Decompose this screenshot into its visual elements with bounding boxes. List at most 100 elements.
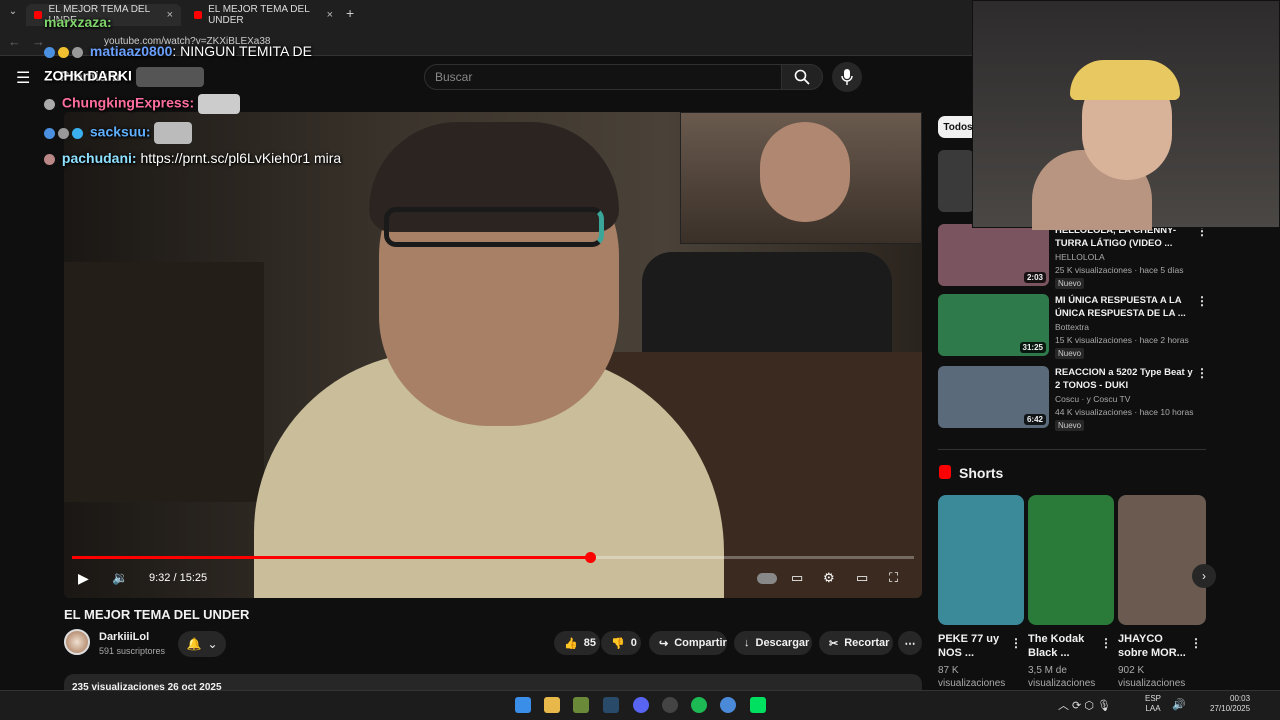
short-title[interactable]: PEKE 77 uy NOS ... <box>938 632 1008 660</box>
streamer-name: ZOHK DARKI <box>44 67 204 87</box>
chat-text: : NINGUN TEMITA DE <box>172 43 312 59</box>
steam-icon[interactable] <box>603 697 619 713</box>
short-thumbnail[interactable] <box>1028 495 1114 625</box>
thumbs-up-icon: 👍 <box>564 637 578 650</box>
recommendation-thumbnail: 31:25 <box>938 294 1049 356</box>
subscriber-count: 591 suscriptores <box>99 646 166 656</box>
subtitles-icon[interactable]: ▭ <box>791 570 803 586</box>
recommendation-item[interactable]: 6:42 REACCION a 5202 Type Beat y 2 TONOS… <box>938 366 1208 431</box>
channel-name[interactable]: DarkiiiLol <box>99 631 149 643</box>
recommendation-channel: Bottextra <box>1055 322 1090 332</box>
short-thumbnail[interactable] <box>1118 495 1206 625</box>
download-icon: ↓ <box>744 637 750 649</box>
download-button[interactable]: ↓ Descargar <box>734 631 812 655</box>
dislike-count: 0 <box>630 637 637 649</box>
short-title[interactable]: JHAYCO sobre MOR... <box>1118 632 1188 660</box>
share-button[interactable]: ↪ Compartir <box>649 631 727 655</box>
chevron-right-icon[interactable]: › <box>1192 564 1216 588</box>
short-views: 3,5 M de visualizaciones <box>1028 665 1096 689</box>
youtube-favicon-icon <box>194 11 203 19</box>
language-indicator[interactable]: ESP LAA <box>1145 694 1161 714</box>
voice-search-button[interactable] <box>832 62 862 92</box>
discord-icon[interactable] <box>633 697 649 713</box>
recommendation-thumbnail: 6:42 <box>938 366 1049 428</box>
clip-label: Recortar <box>844 637 890 649</box>
video-duration: 31:25 <box>1019 342 1046 353</box>
chat-badge-icon <box>72 127 83 139</box>
tab-search-button[interactable]: ⌄ <box>4 6 22 22</box>
recommendation-item[interactable]: 2:03 HELLOLOLA, LA CHENNY-TURRA LÁTIGO (… <box>938 224 1208 289</box>
recommendation-channel: Coscu · y Coscu TV <box>1055 394 1131 404</box>
clock-time: 00:03 <box>1230 694 1251 703</box>
chat-badge-icon <box>58 46 69 58</box>
chrome-icon[interactable] <box>720 697 736 713</box>
video-duration: 6:42 <box>1023 414 1046 425</box>
chat-user: ChungkingExpress: <box>61 94 195 111</box>
recommendation-item[interactable]: 31:25 MI ÚNICA RESPUESTA A LA ÚNICA RESP… <box>938 294 1208 359</box>
new-tab-button[interactable]: + <box>346 5 354 21</box>
new-badge: Nuevo <box>1055 348 1085 359</box>
video-glasses <box>384 207 604 247</box>
menu-icon[interactable]: ☰ <box>16 68 30 88</box>
close-tab-icon[interactable]: × <box>167 9 173 21</box>
thumbs-down-icon: 👎 <box>611 637 625 650</box>
chat-badge-icon <box>44 46 55 58</box>
more-vertical-icon[interactable]: ⋮ <box>1196 366 1208 380</box>
streamer-name-label: ZOHK DARKI <box>44 67 132 84</box>
search-button[interactable] <box>781 64 823 90</box>
chat-badge-icon <box>58 127 69 139</box>
volume-tray-icon[interactable]: 🔊 <box>1172 698 1186 711</box>
tab-title: EL MEJOR TEMA DEL UNDER <box>208 4 310 26</box>
like-button[interactable]: 👍 85 <box>554 631 600 655</box>
chat-message: marxzaza: <box>44 14 112 30</box>
app-icon[interactable] <box>662 697 678 713</box>
video-shelf <box>64 262 264 502</box>
theater-mode-icon[interactable]: ▭ <box>856 570 868 586</box>
close-tab-icon[interactable]: × <box>327 9 333 21</box>
recommendation-title: MI ÚNICA RESPUESTA A LA ÚNICA RESPUESTA … <box>1055 295 1186 319</box>
recommendation-meta: 44 K visualizaciones · hace 10 horas <box>1055 407 1194 417</box>
clock-date: 27/10/2025 <box>1210 704 1251 713</box>
more-vertical-icon[interactable]: ⋮ <box>1010 636 1022 650</box>
recommendation-thumbnail <box>938 150 974 212</box>
autoplay-toggle[interactable] <box>757 573 777 584</box>
search-icon <box>794 69 810 85</box>
clip-button[interactable]: ✂ Recortar <box>819 631 893 655</box>
short-title[interactable]: The Kodak Black ... <box>1028 632 1098 660</box>
taskbar-clock[interactable]: 00:03 27/10/2025 <box>1210 694 1250 714</box>
more-vertical-icon[interactable]: ⋮ <box>1190 636 1202 650</box>
more-vertical-icon[interactable]: ⋮ <box>1100 636 1112 650</box>
dislike-button[interactable]: 👎 0 <box>601 631 641 655</box>
chat-badge-icon <box>44 98 55 110</box>
browser-tab[interactable]: EL MEJOR TEMA DEL UNDER × <box>186 4 341 26</box>
kick-icon[interactable] <box>750 697 766 713</box>
search-input[interactable]: Buscar <box>424 64 782 90</box>
play-icon[interactable]: ▶ <box>78 570 89 587</box>
more-actions-button[interactable]: ⋯ <box>898 631 922 655</box>
notification-bell-button[interactable]: 🔔 ⌄ <box>178 631 226 657</box>
language-code: ESP <box>1145 694 1162 703</box>
system-tray-icons[interactable]: ︿ ⟳ ⬡ 🎙 <box>1058 697 1111 713</box>
chat-text: https://prnt.sc/pl6LvKieh0r1 mira <box>136 150 342 166</box>
file-explorer-icon[interactable] <box>544 697 560 713</box>
chevron-down-icon: ⌄ <box>207 637 218 651</box>
channel-avatar[interactable] <box>64 629 90 655</box>
short-views: 902 K visualizaciones <box>1118 665 1186 689</box>
more-vertical-icon[interactable]: ⋮ <box>1196 294 1208 308</box>
webcam-person-cap <box>1070 60 1180 100</box>
recommendation-meta: 15 K visualizaciones · hace 2 horas <box>1055 335 1189 345</box>
short-thumbnail[interactable] <box>938 495 1024 625</box>
spotify-icon[interactable] <box>691 697 707 713</box>
like-count: 85 <box>583 637 596 649</box>
keyboard-layout: LAA <box>1145 704 1161 713</box>
chat-message: pachudani: https://prnt.sc/pl6LvKieh0r1 … <box>44 150 341 166</box>
fullscreen-icon[interactable]: ⛶ <box>889 570 898 586</box>
chat-user: pachudani: <box>61 150 137 166</box>
scissors-icon: ✂ <box>829 637 839 650</box>
settings-gear-icon[interactable]: ⚙ <box>823 570 835 586</box>
video-title: EL MEJOR TEMA DEL UNDER <box>64 607 250 622</box>
app-icon[interactable] <box>573 697 589 713</box>
back-arrow-icon[interactable]: ← <box>8 34 21 49</box>
volume-icon[interactable]: 🔉 <box>112 570 128 586</box>
windows-start-icon[interactable] <box>515 697 531 713</box>
